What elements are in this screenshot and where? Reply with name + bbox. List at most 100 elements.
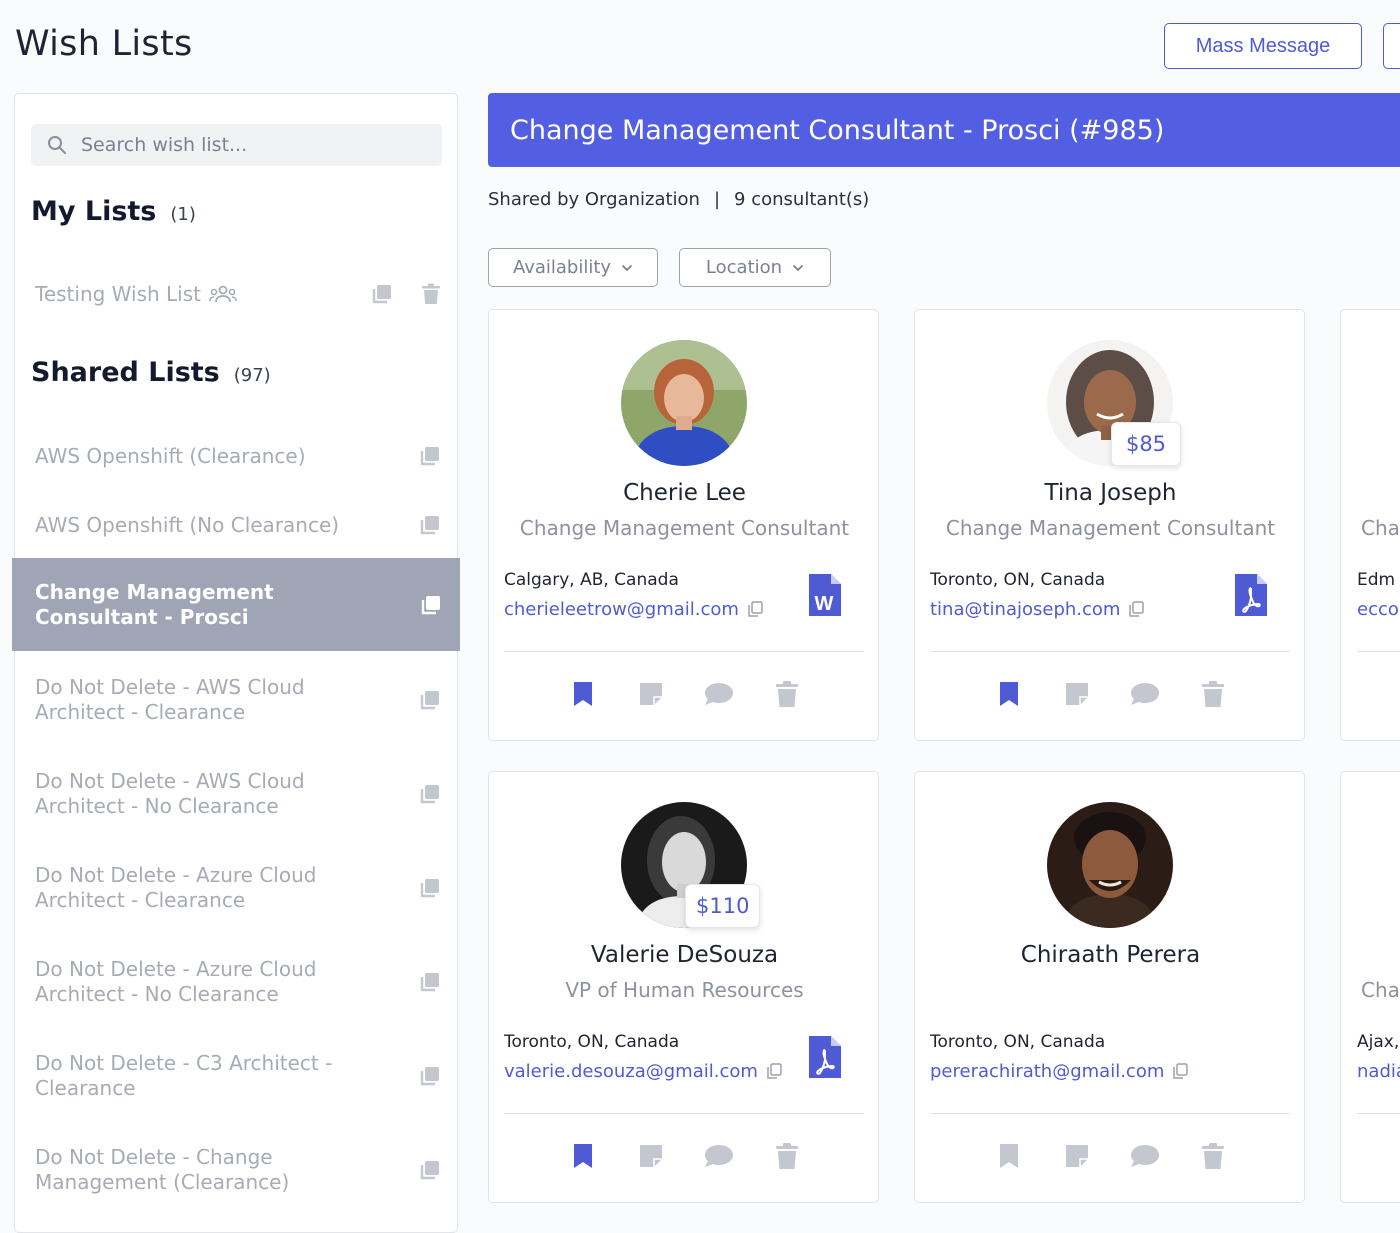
list-item-label: AWS Openshift (No Clearance) [35, 512, 340, 537]
chevron-down-icon [792, 264, 804, 271]
my-lists-heading: My Lists (1) [31, 196, 196, 227]
card-actions [567, 680, 803, 708]
copy-email-icon[interactable] [747, 601, 763, 618]
list-item-aws-openshift-clearance[interactable]: AWS Openshift (Clearance) [15, 441, 459, 471]
consultant-title: Cha [1361, 978, 1400, 1002]
location-filter[interactable]: Location [679, 248, 831, 287]
consultant-email-link[interactable]: pererachirath@gmail.com [930, 1061, 1164, 1082]
availability-filter[interactable]: Availability [488, 248, 658, 287]
copy-email-icon[interactable] [766, 1063, 782, 1080]
bookmark-icon[interactable] [998, 1142, 1020, 1170]
consultant-email-link[interactable]: cherieleetrow@gmail.com [504, 599, 739, 620]
group-icon [209, 285, 237, 303]
chevron-down-icon [621, 264, 633, 271]
list-meta: Shared by Organization | 9 consultant(s) [488, 189, 870, 210]
list-item-testing-wish-list[interactable]: Testing Wish List [15, 279, 459, 309]
chat-icon[interactable] [1130, 1144, 1160, 1168]
copy-icon[interactable] [419, 783, 441, 805]
list-item-aws-cloud-architect-clearance[interactable]: Do Not Delete - AWS Cloud Architect - Cl… [15, 674, 459, 726]
list-item-label: Do Not Delete - Change Management (Clear… [35, 1145, 290, 1194]
copy-icon[interactable] [420, 594, 442, 616]
consultant-email-link[interactable]: valerie.desouza@gmail.com [504, 1061, 758, 1082]
rate-badge: $110 [685, 884, 761, 928]
list-item-label: Do Not Delete - AWS Cloud Architect - No… [35, 769, 305, 818]
trash-icon[interactable] [1201, 680, 1225, 708]
copy-icon[interactable] [419, 877, 441, 899]
consultant-location: Toronto, ON, Canada [930, 1032, 1106, 1052]
note-icon[interactable] [639, 682, 663, 706]
avatar [1047, 802, 1173, 928]
consultant-location: Calgary, AB, Canada [504, 570, 679, 590]
consultant-card[interactable]: Cherie Lee Change Management Consultant … [488, 309, 879, 741]
card-actions [993, 1142, 1229, 1170]
note-icon[interactable] [1065, 1144, 1089, 1168]
trash-icon[interactable] [1201, 1142, 1225, 1170]
consultant-card[interactable]: $85 Tina Joseph Change Management Consul… [914, 309, 1305, 741]
shared-lists-heading: Shared Lists (97) [31, 357, 271, 388]
consultant-email-link[interactable]: nadia [1357, 1061, 1400, 1082]
copy-email-icon[interactable] [1172, 1063, 1189, 1080]
list-item-aws-cloud-architect-no-clearance[interactable]: Do Not Delete - AWS Cloud Architect - No… [15, 768, 459, 820]
pdf-doc-icon[interactable] [807, 1034, 843, 1080]
note-icon[interactable] [1065, 682, 1089, 706]
chat-icon[interactable] [1130, 682, 1160, 706]
search-input[interactable] [81, 134, 421, 156]
filter-label: Location [705, 257, 783, 278]
consultant-email-row: tina@tinajoseph.com [930, 599, 1145, 620]
bookmark-icon[interactable] [572, 680, 594, 708]
consultant-location: Edm [1357, 570, 1396, 590]
note-icon[interactable] [639, 1144, 663, 1168]
shared-lists-count: (97) [233, 365, 271, 386]
bookmark-icon[interactable] [572, 1142, 594, 1170]
chat-icon[interactable] [704, 1144, 734, 1168]
wish-list-sidebar: My Lists (1) Testing Wish List Shared Li… [12, 93, 460, 1233]
list-item-label: AWS Openshift (Clearance) [35, 443, 306, 468]
bookmark-icon[interactable] [998, 680, 1020, 708]
search-box[interactable] [31, 124, 442, 166]
copy-icon[interactable] [419, 514, 441, 536]
chat-icon[interactable] [704, 682, 734, 706]
consultant-email-link[interactable]: eccol [1357, 599, 1400, 620]
consultant-email-row: cherieleetrow@gmail.com [504, 599, 763, 620]
list-item-aws-openshift-no-clearance[interactable]: AWS Openshift (No Clearance) [15, 510, 459, 540]
list-item-label: Testing Wish List [35, 281, 201, 306]
list-item-label: Do Not Delete - Azure Cloud Architect - … [35, 957, 317, 1006]
copy-email-icon[interactable] [1128, 601, 1145, 618]
copy-icon[interactable] [419, 689, 441, 711]
consultant-title: Cha [1361, 516, 1400, 540]
list-item-change-management-clearance[interactable]: Do Not Delete - Change Management (Clear… [15, 1144, 459, 1196]
consultant-card[interactable]: $110 Valerie DeSouza VP of Human Resourc… [488, 771, 879, 1203]
consultant-name: Valerie DeSouza [590, 942, 779, 968]
trash-icon[interactable] [775, 1142, 799, 1170]
consultant-email-row: valerie.desouza@gmail.com [504, 1061, 782, 1082]
card-actions [567, 1142, 803, 1170]
copy-icon[interactable] [419, 971, 441, 993]
filter-label: Availability [512, 257, 612, 278]
consultant-card[interactable]: Chiraath Perera Toronto, ON, Canada pere… [914, 771, 1305, 1203]
secondary-header-button[interactable] [1383, 23, 1400, 69]
shared-lists-title: Shared Lists [31, 357, 220, 388]
trash-icon[interactable] [421, 283, 441, 305]
word-doc-icon[interactable]: W [807, 572, 843, 618]
copy-icon[interactable] [419, 1159, 441, 1181]
consultant-email-link[interactable]: tina@tinajoseph.com [930, 599, 1120, 620]
consultant-card-partial[interactable]: Cha Ajax, nadia [1340, 771, 1400, 1203]
mass-message-button[interactable]: Mass Message [1164, 23, 1362, 69]
list-item-label: Do Not Delete - C3 Architect - Clearance [35, 1051, 333, 1100]
list-title-banner: Change Management Consultant - Prosci (#… [488, 93, 1400, 167]
list-item-change-management-prosci[interactable]: Change Management Consultant - Prosci [12, 558, 460, 651]
search-icon [48, 136, 66, 154]
consultant-location: Ajax, [1357, 1032, 1400, 1052]
list-item-azure-cloud-architect-clearance[interactable]: Do Not Delete - Azure Cloud Architect - … [15, 862, 459, 914]
pdf-doc-icon[interactable] [1233, 572, 1269, 618]
consultant-count: 9 consultant(s) [734, 189, 870, 210]
copy-icon[interactable] [419, 1065, 441, 1087]
list-item-label: Change Management Consultant - Prosci [35, 579, 274, 629]
consultant-card-partial[interactable]: Cha Edm eccol [1340, 309, 1400, 741]
list-item-azure-cloud-architect-no-clearance[interactable]: Do Not Delete - Azure Cloud Architect - … [15, 956, 459, 1008]
copy-icon[interactable] [371, 283, 393, 305]
copy-icon[interactable] [419, 445, 441, 467]
trash-icon[interactable] [775, 680, 799, 708]
list-item-c3-architect-clearance[interactable]: Do Not Delete - C3 Architect - Clearance [15, 1050, 459, 1102]
consultant-title: VP of Human Resources [565, 978, 804, 1002]
